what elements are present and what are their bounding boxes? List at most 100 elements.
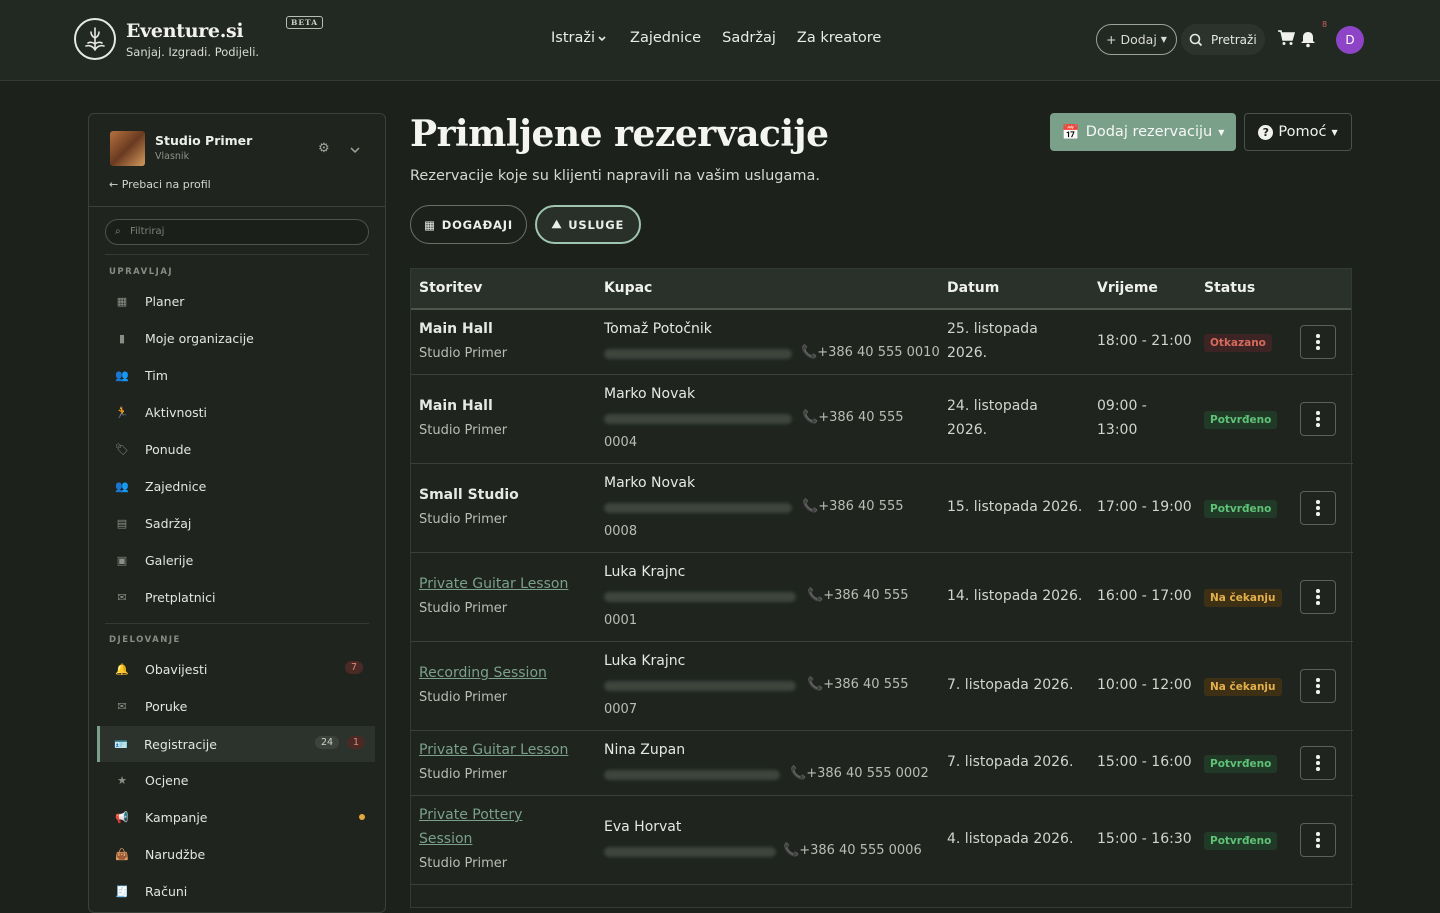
sidebar-item-communities[interactable]: 👥 Zajednice (99, 469, 377, 503)
phone-icon: 📞 (801, 345, 818, 360)
user-avatar[interactable]: D (1336, 26, 1364, 54)
sidebar-item-planer[interactable]: ▦ Planer (99, 284, 377, 318)
search-button[interactable]: Pretraži (1180, 24, 1265, 55)
tab-events[interactable]: ▦ DOGAĐAJI (410, 205, 527, 244)
phone-number: +386 40 555 0002 (806, 766, 929, 781)
arrow-left-icon: ← (109, 178, 122, 191)
sidebar-item-invoices[interactable]: 🧾 Računi (99, 874, 377, 908)
page-subtitle: Rezervacije koje su klijenti napravili n… (410, 168, 820, 184)
service-link[interactable]: Private Guitar Lesson (419, 738, 568, 762)
add-dropdown-button[interactable]: + Dodaj ▼ (1096, 24, 1177, 55)
sidebar-item-campaigns[interactable]: 📢 Kampanje (99, 800, 377, 834)
sidebar-item-organizations[interactable]: ▮ Moje organizacije (99, 321, 377, 355)
row-menu-button[interactable] (1300, 402, 1336, 436)
sidebar-item-registrations[interactable]: 🪪 Registracije 24 1 (97, 726, 375, 762)
table-row: Private Guitar Lesson Studio Primer Luka… (411, 553, 1353, 642)
status-badge: Potvrđeno (1204, 500, 1278, 518)
nav-explore[interactable]: Istraži (551, 30, 609, 46)
buyer-phone: 📞+386 40 555 0006 (783, 839, 922, 863)
buyer-name: Eva Horvat (604, 819, 682, 835)
service-link[interactable]: Recording Session (419, 661, 547, 685)
help-button[interactable]: ? Pomoć ▼ (1244, 113, 1352, 151)
buyer-phone-cont: 0007 (604, 702, 638, 717)
gear-icon[interactable]: ⚙ (318, 141, 330, 156)
sidebar-item-orders[interactable]: 👜 Narudžbe (99, 837, 377, 871)
table-row: Private Pottery Session Studio Primer Ev… (411, 796, 1353, 885)
nav-content[interactable]: Sadržaj (722, 30, 776, 46)
row-menu-button[interactable] (1300, 580, 1336, 614)
bell-icon[interactable] (1300, 30, 1316, 52)
col-status: Status (1204, 280, 1256, 296)
campaigns-dot (359, 814, 365, 820)
registrations-new-count: 1 (347, 736, 366, 749)
nav-creators[interactable]: Za kreatore (797, 30, 881, 46)
booking-time: 09:00 - (1097, 398, 1147, 414)
profile-image[interactable] (110, 131, 145, 166)
buyer-name: Marko Novak (604, 475, 696, 491)
status-badge: Na čekanju (1204, 589, 1282, 607)
sidebar-item-messages[interactable]: ✉ Poruke (99, 689, 377, 723)
sidebar-item-subscribers[interactable]: ✉ Pretplatnici (99, 580, 377, 614)
row-menu-button[interactable] (1300, 669, 1336, 703)
sidebar-item-galleries[interactable]: ▣ Galerije (99, 543, 377, 577)
notification-count: 8 (1322, 20, 1328, 29)
sidebar-item-content[interactable]: ▤ Sadržaj (99, 506, 377, 540)
sidebar-item-activities[interactable]: 🏃 Aktivnosti (99, 395, 377, 429)
cart-icon[interactable] (1277, 29, 1295, 50)
main-nav: Istraži Zajednice Sadržaj Za kreatore (551, 30, 881, 46)
tab-services[interactable]: ⛰ USLUGE (535, 205, 641, 244)
service-link[interactable]: Private Pottery (419, 803, 522, 827)
row-menu-button[interactable] (1300, 325, 1336, 359)
service-org: Studio Primer (419, 423, 508, 438)
logo[interactable]: Eventure.si Sanjaj. Izgradi. Podijeli. B… (74, 15, 324, 60)
search-icon: ⌕ (115, 226, 121, 237)
service-link[interactable]: Private Guitar Lesson (419, 572, 568, 596)
bookings-table: Storitev Kupac Datum Vrijeme Status Main… (410, 268, 1353, 908)
service-name: Main Hall (419, 321, 493, 337)
sidebar-item-label: Pretplatnici (145, 589, 216, 605)
col-date: Datum (947, 280, 1000, 296)
table-row: Recording Session Studio Primer Luka Kra… (411, 642, 1353, 731)
images-icon: ▣ (116, 553, 128, 567)
nav-communities[interactable]: Zajednice (630, 30, 701, 46)
phone-icon: 📞 (807, 677, 824, 692)
chevron-down-icon[interactable] (349, 141, 361, 160)
users-icon: 👥 (115, 368, 129, 382)
sidebar-item-notifications[interactable]: 🔔 Obavijesti 7 (99, 652, 377, 686)
sidebar-item-ratings[interactable]: ★ Ocjene (99, 763, 377, 797)
bag-icon: 👜 (115, 847, 129, 861)
service-link-cont[interactable]: Session (419, 827, 472, 851)
sidebar-item-offers[interactable]: 🏷 Ponude (99, 432, 377, 466)
bell-concierge-icon: ⛰ (551, 217, 563, 231)
row-menu-button[interactable] (1300, 746, 1336, 780)
filter-input[interactable]: ⌕ Filtriraj (105, 219, 369, 245)
buyer-phone: 📞+386 40 555 (807, 673, 909, 697)
sidebar-item-team[interactable]: 👥 Tim (99, 358, 377, 392)
booking-date: 24. listopada (947, 398, 1038, 414)
tab-services-label: USLUGE (568, 217, 625, 232)
buyer-phone-cont: 0004 (604, 435, 638, 450)
booking-date: 14. listopada 2026. (947, 588, 1083, 604)
switch-profile-link[interactable]: ← Prebaci na profil (109, 178, 211, 191)
bell-icon: 🔔 (115, 662, 129, 676)
phone-icon: 📞 (783, 843, 800, 858)
sidebar-item-label: Kampanje (145, 809, 208, 825)
top-navbar: Eventure.si Sanjaj. Izgradi. Podijeli. B… (0, 0, 1440, 81)
calendar-plus-icon: 📅 (1061, 124, 1080, 141)
row-menu-button[interactable] (1300, 823, 1336, 857)
booking-time: 16:00 - 17:00 (1097, 588, 1192, 604)
booking-time: 15:00 - 16:00 (1097, 754, 1192, 770)
add-booking-button[interactable]: 📅 Dodaj rezervaciju ▼ (1050, 113, 1236, 151)
search-label: Pretraži (1210, 32, 1257, 47)
beta-badge: BETA (286, 15, 324, 29)
buyer-name: Nina Zupan (604, 742, 686, 758)
phone-number: +386 40 555 (823, 588, 909, 603)
sidebar-item-label: Galerije (145, 552, 194, 568)
chevron-down-icon (598, 36, 606, 42)
caret-down-icon: ▼ (1160, 35, 1167, 44)
row-menu-button[interactable] (1300, 491, 1336, 525)
envelope-icon: ✉ (117, 590, 127, 604)
col-time: Vrijeme (1097, 280, 1158, 296)
sidebar-item-label: Ponude (145, 441, 192, 457)
table-row: Private Guitar Lesson Studio Primer Nina… (411, 731, 1353, 796)
